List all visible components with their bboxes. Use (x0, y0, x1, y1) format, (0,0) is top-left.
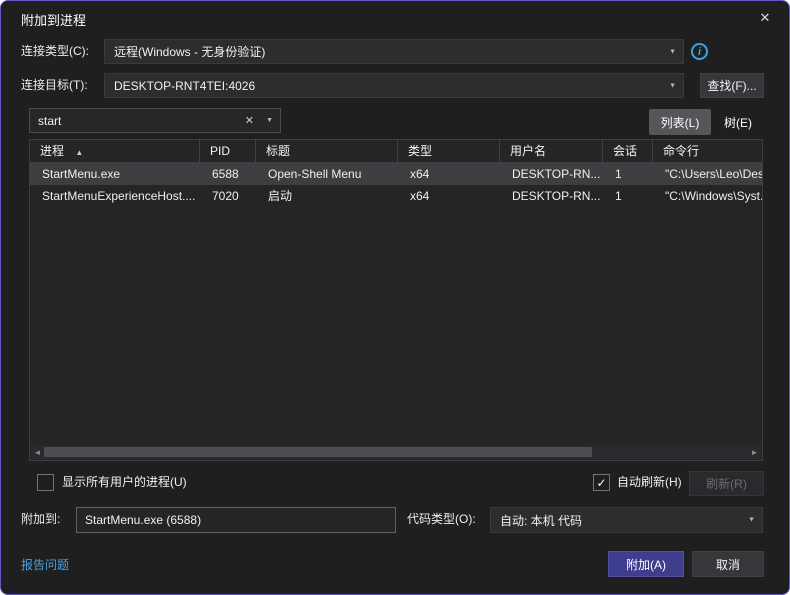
sort-ascending-icon: ▲ (75, 148, 83, 157)
process-search-input[interactable]: start ✕ ▼ (29, 108, 281, 133)
list-view-button[interactable]: 列表(L) (649, 109, 711, 135)
code-type-label: 代码类型(O): (407, 507, 476, 532)
attach-button[interactable]: 附加(A) (608, 551, 684, 577)
connection-target-select[interactable]: DESKTOP-RNT4TEI:4026 ▼ (104, 73, 684, 98)
column-header-cmdline[interactable]: 命令行 (653, 140, 762, 162)
process-table: 进程 ▲ PID 标题 类型 用户名 会话 命令行 StartMenu.exe … (29, 139, 763, 461)
attach-to-field[interactable]: StartMenu.exe (6588) (76, 507, 396, 533)
auto-refresh-label[interactable]: 自动刷新(H) (617, 474, 682, 491)
scroll-left-icon[interactable]: ◄ (31, 448, 44, 457)
column-header-title[interactable]: 标题 (256, 140, 398, 162)
find-button[interactable]: 查找(F)... (700, 73, 764, 98)
horizontal-scrollbar[interactable]: ◄ ► (31, 445, 761, 459)
show-all-processes-label[interactable]: 显示所有用户的进程(U) (62, 474, 187, 491)
tree-view-button[interactable]: 树(E) (714, 109, 762, 135)
close-button[interactable]: ✕ (753, 7, 777, 29)
chevron-down-icon: ▼ (669, 48, 676, 55)
scrollbar-thumb[interactable] (44, 447, 592, 457)
search-dropdown-icon[interactable]: ▼ (266, 117, 273, 124)
report-problem-link[interactable]: 报告问题 (21, 556, 69, 573)
auto-refresh-checkbox[interactable]: ✓ (593, 474, 610, 491)
connection-target-label: 连接目标(T): (21, 73, 88, 98)
search-value: start (38, 114, 61, 128)
table-row[interactable]: StartMenu.exe 6588 Open-Shell Menu x64 D… (30, 163, 762, 185)
chevron-down-icon: ▼ (748, 517, 755, 524)
connection-type-label: 连接类型(C): (21, 39, 89, 64)
column-header-process[interactable]: 进程 ▲ (30, 140, 200, 162)
code-type-value: 自动: 本机 代码 (500, 512, 582, 529)
show-all-processes-checkbox[interactable] (37, 474, 54, 491)
dialog-title: 附加到进程 (21, 10, 86, 29)
refresh-button: 刷新(R) (689, 471, 764, 496)
code-type-select[interactable]: 自动: 本机 代码 ▼ (490, 507, 763, 533)
attach-to-label: 附加到: (21, 507, 60, 532)
check-icon: ✓ (596, 476, 606, 490)
table-row[interactable]: StartMenuExperienceHost.... 7020 启动 x64 … (30, 185, 762, 207)
column-header-pid[interactable]: PID (200, 140, 256, 162)
connection-type-select[interactable]: 远程(Windows - 无身份验证) ▼ (104, 39, 684, 64)
column-header-user[interactable]: 用户名 (500, 140, 603, 162)
clear-search-icon[interactable]: ✕ (245, 114, 254, 127)
scroll-right-icon[interactable]: ► (748, 448, 761, 457)
column-header-session[interactable]: 会话 (603, 140, 653, 162)
column-header-type[interactable]: 类型 (398, 140, 500, 162)
attach-to-process-dialog: 附加到进程 ✕ 连接类型(C): 远程(Windows - 无身份验证) ▼ i… (0, 0, 790, 595)
table-header: 进程 ▲ PID 标题 类型 用户名 会话 命令行 (30, 140, 762, 163)
cancel-button[interactable]: 取消 (692, 551, 764, 577)
chevron-down-icon: ▼ (669, 82, 676, 89)
connection-target-value: DESKTOP-RNT4TEI:4026 (114, 79, 255, 93)
connection-type-value: 远程(Windows - 无身份验证) (114, 43, 265, 60)
info-icon[interactable]: i (691, 43, 708, 60)
close-icon: ✕ (760, 10, 771, 26)
